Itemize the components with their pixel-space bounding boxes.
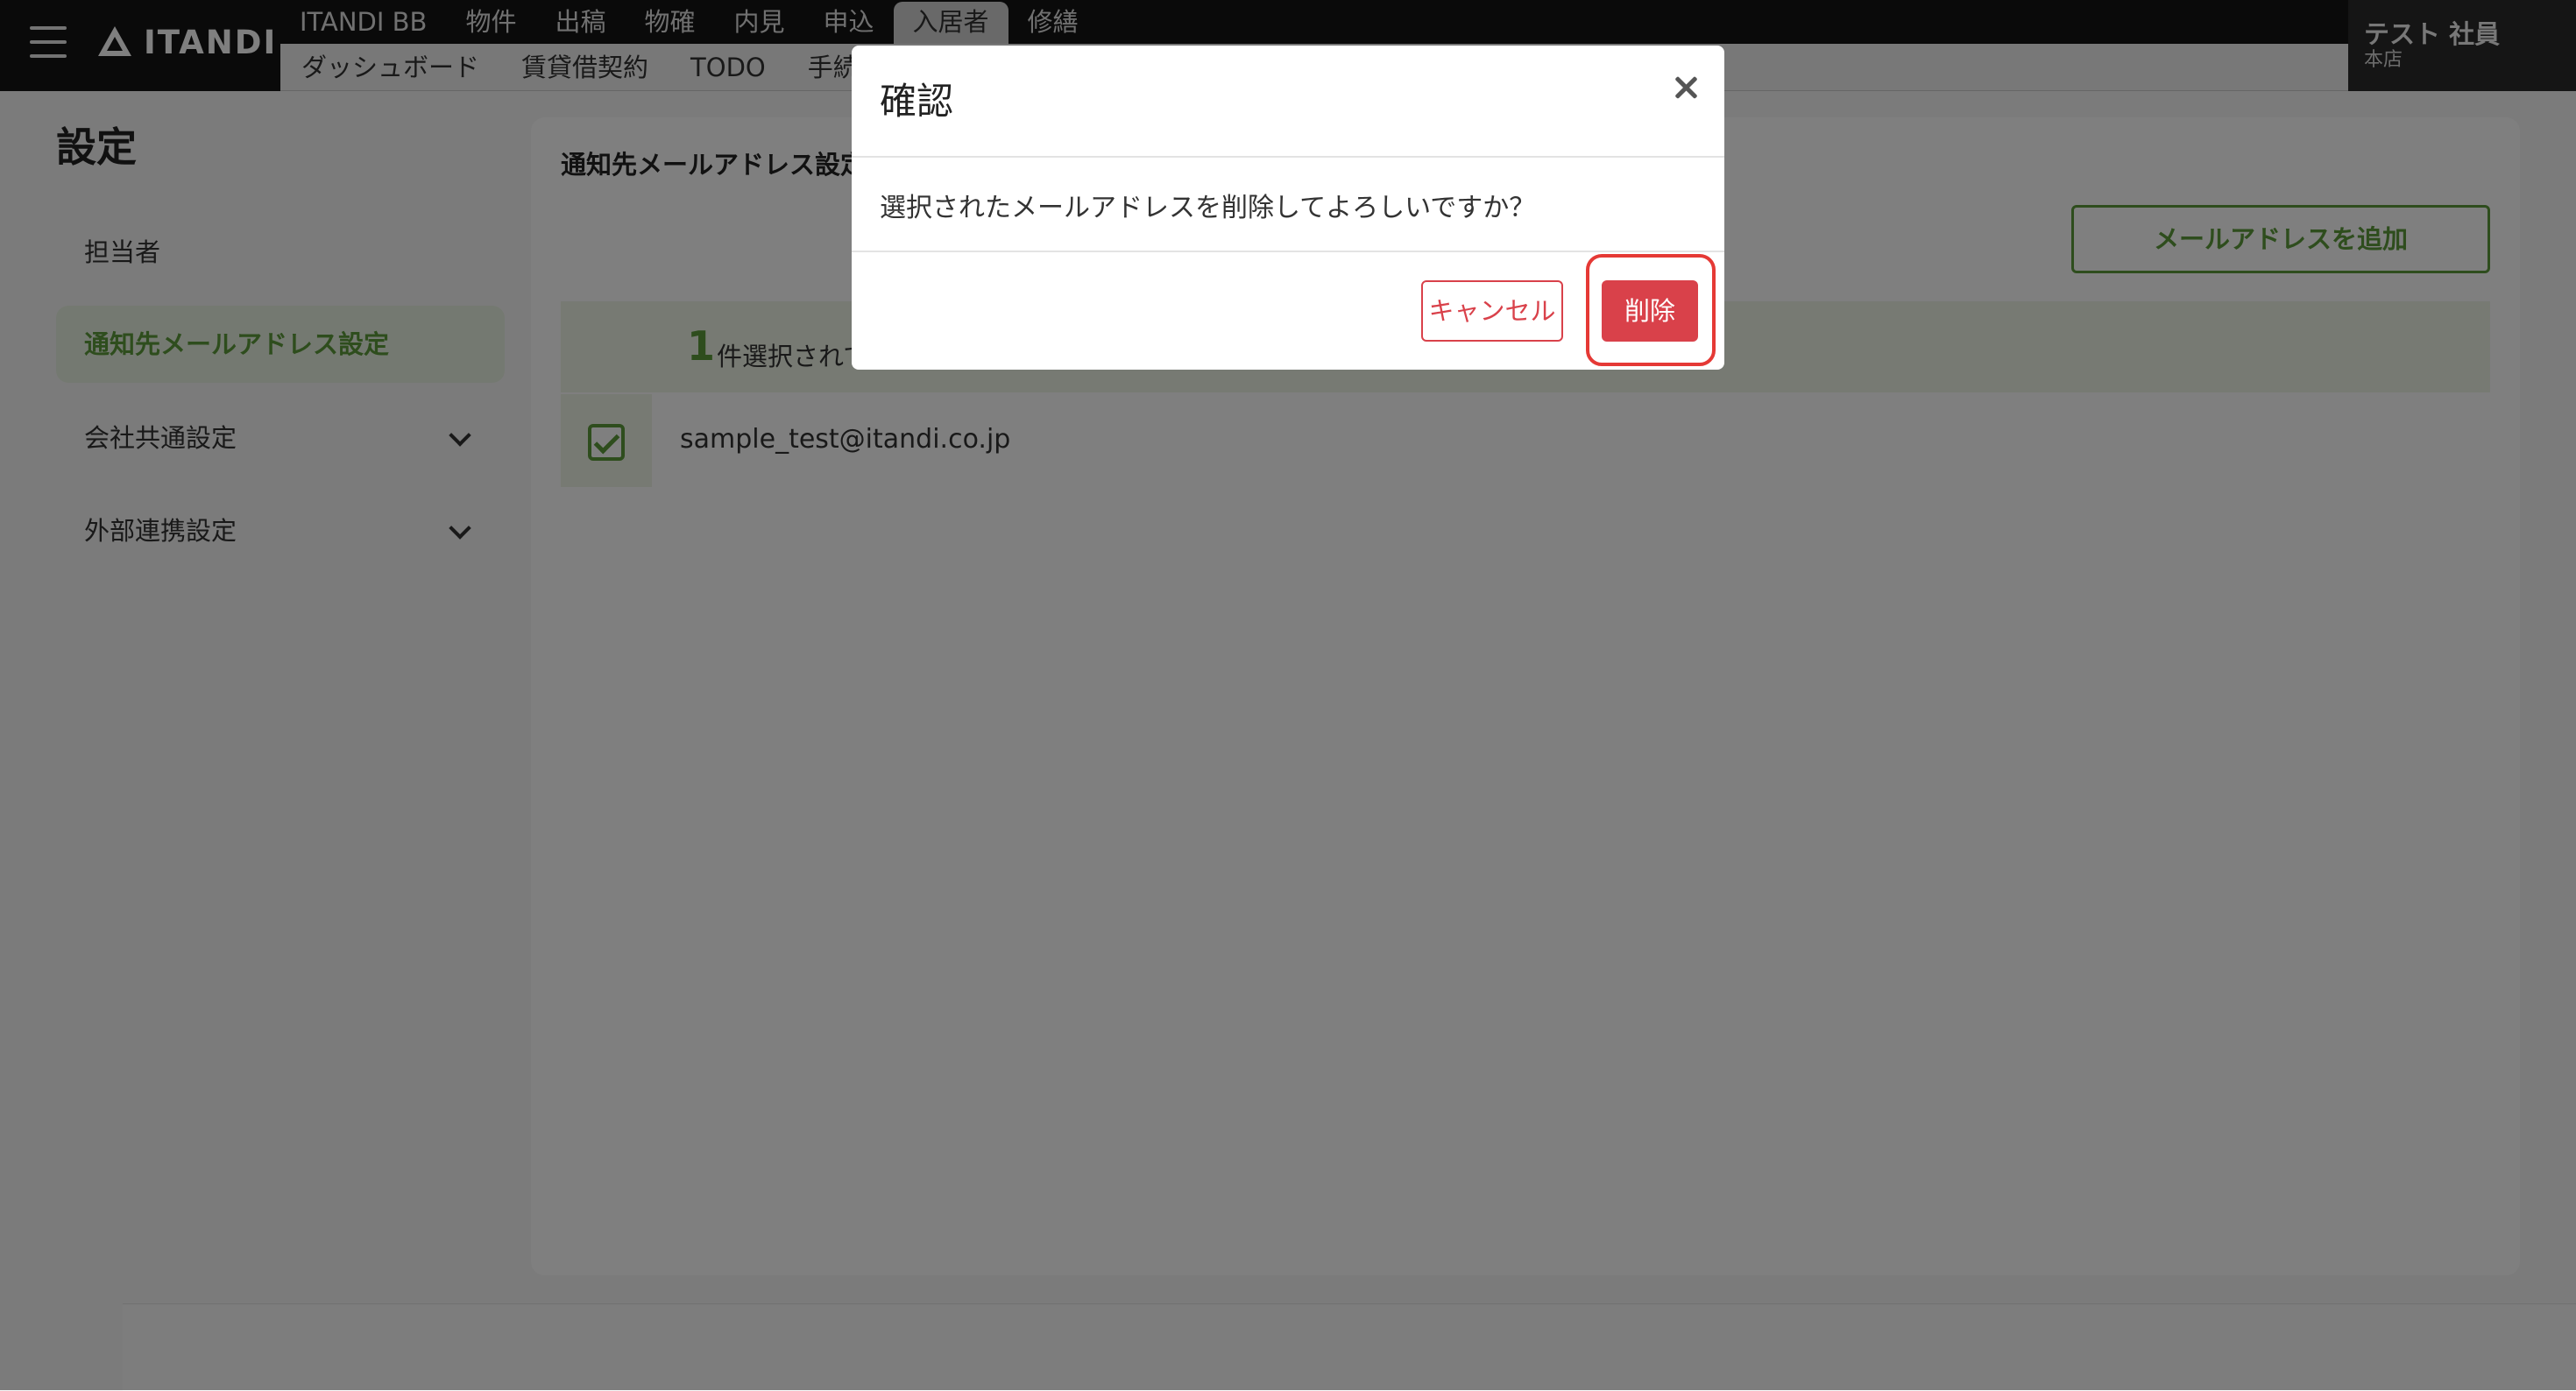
cancel-button[interactable]: キャンセル [1421, 280, 1563, 342]
dialog-title: 確認 [880, 80, 954, 123]
highlight-annotation [1586, 254, 1716, 366]
close-icon[interactable] [1670, 72, 1702, 103]
divider [852, 251, 1724, 252]
divider [852, 156, 1724, 158]
dialog-message: 選択されたメールアドレスを削除してよろしいですか？ [880, 193, 1536, 223]
